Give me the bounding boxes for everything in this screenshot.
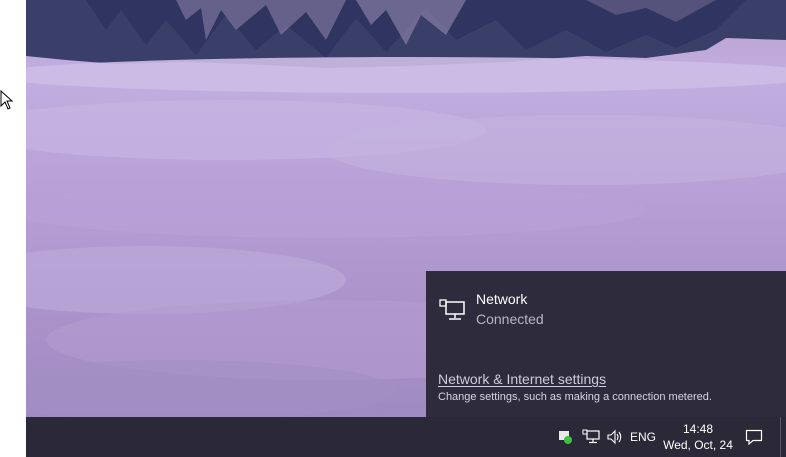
network-internet-settings-link[interactable]: Network & Internet settings	[438, 371, 606, 387]
input-language-indicator[interactable]: ENG	[628, 417, 658, 457]
show-desktop-button[interactable]	[780, 417, 786, 457]
network-flyout: Network Connected Network & Internet set…	[426, 271, 786, 417]
network-status: Connected	[476, 311, 544, 327]
clock-time: 14:48	[682, 422, 714, 436]
network-icon	[582, 429, 600, 444]
action-center-icon	[745, 429, 763, 445]
security-tray-button[interactable]	[554, 417, 576, 457]
ethernet-network-icon	[439, 299, 465, 320]
left-blank-area	[0, 0, 26, 457]
taskbar-clock[interactable]: 14:48 Wed, Oct, 24	[660, 417, 736, 457]
clock-date: Wed, Oct, 24	[663, 438, 733, 452]
settings-description: Change settings, such as making a connec…	[438, 391, 712, 403]
action-center-button[interactable]	[740, 417, 768, 457]
volume-tray-button[interactable]	[604, 417, 626, 457]
taskbar: ENG 14:48 Wed, Oct, 24	[26, 417, 786, 457]
network-tray-button[interactable]	[579, 417, 603, 457]
mouse-cursor-icon	[0, 90, 14, 110]
network-name[interactable]: Network	[476, 291, 527, 307]
security-icon	[559, 431, 572, 444]
volume-icon	[607, 429, 622, 445]
